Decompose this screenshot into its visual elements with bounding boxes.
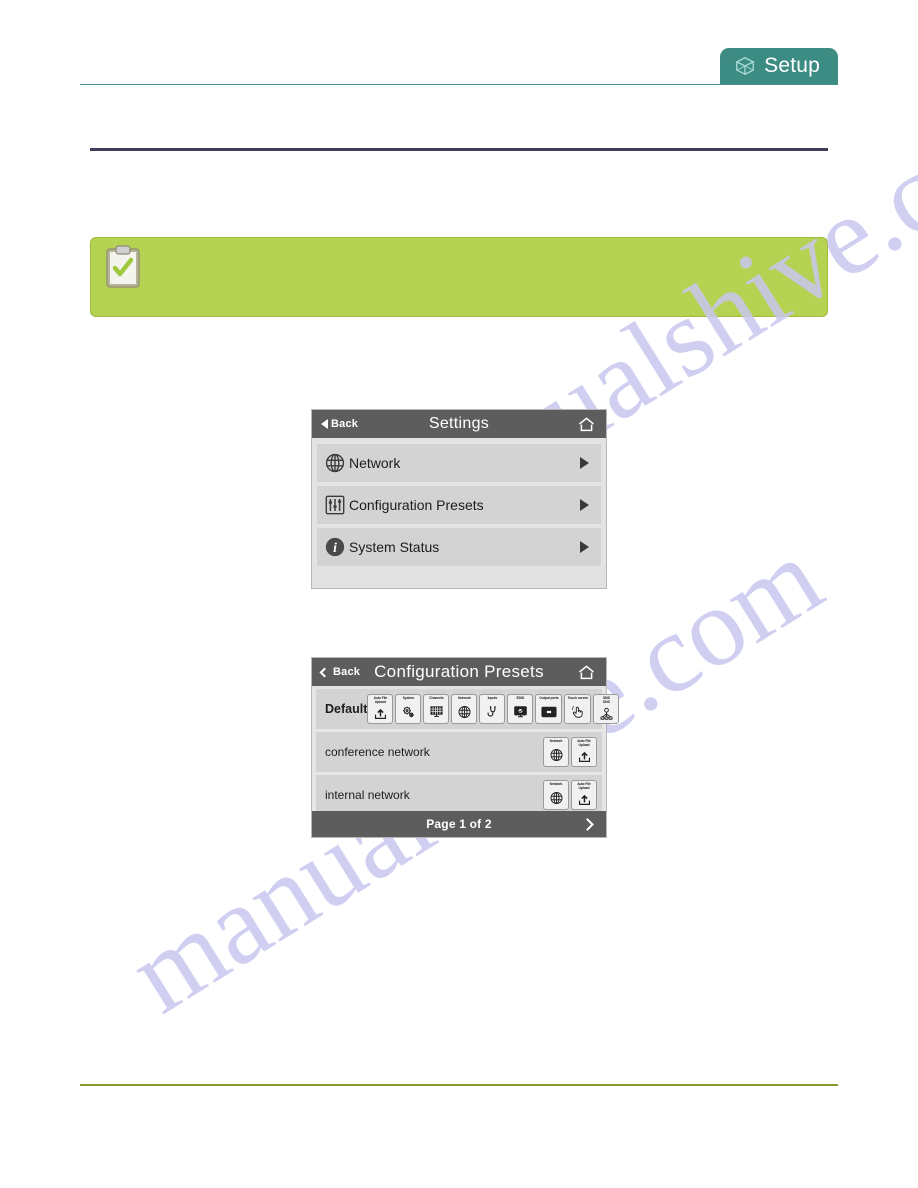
home-icon bbox=[579, 664, 594, 679]
presets-pagination: Page 1 of 2 bbox=[312, 811, 606, 837]
preset-badges: Auto File Upload System Channels Network… bbox=[367, 694, 620, 724]
badge-network[interactable]: Network bbox=[451, 694, 478, 724]
preset-row-default[interactable]: Default Auto File Upload System Channels… bbox=[316, 689, 620, 729]
presets-screen-header: Back Configuration Presets bbox=[312, 658, 606, 686]
badge-channels[interactable]: Channels bbox=[423, 694, 450, 724]
setup-tab-label: Setup bbox=[764, 53, 820, 77]
badge-output-ports[interactable]: Output ports bbox=[535, 694, 563, 724]
triangle-right-icon bbox=[580, 499, 589, 511]
presets-list: Default Auto File Upload System Channels… bbox=[312, 689, 620, 815]
channels-icon bbox=[429, 700, 444, 723]
back-button[interactable]: Back bbox=[319, 666, 361, 678]
triangle-left-icon bbox=[321, 419, 328, 429]
sidebar-item-network[interactable]: Network bbox=[317, 444, 601, 482]
upload-icon bbox=[577, 790, 592, 809]
setup-tab[interactable]: Setup bbox=[720, 48, 838, 84]
badge-label: Auto File Upload bbox=[577, 782, 591, 790]
note-box bbox=[90, 237, 828, 317]
badge-sms-dns[interactable]: SMS DNS bbox=[593, 694, 620, 724]
output-port-icon bbox=[541, 700, 557, 723]
page-indicator: Page 1 of 2 bbox=[426, 817, 492, 831]
sidebar-item-label: Network bbox=[349, 455, 401, 471]
home-button[interactable] bbox=[578, 416, 595, 432]
header-rule bbox=[80, 84, 838, 85]
globe-icon bbox=[317, 452, 346, 474]
badge-label: Auto File Upload bbox=[577, 739, 591, 747]
upload-icon bbox=[577, 747, 592, 766]
badge-touch-screen[interactable]: Touch screen bbox=[564, 694, 592, 724]
settings-screen-header: Back Settings bbox=[312, 410, 606, 438]
badge-edid[interactable]: EDID bbox=[507, 694, 534, 724]
preset-name: internal network bbox=[325, 788, 410, 802]
preset-name: conference network bbox=[325, 745, 430, 759]
svg-text:i: i bbox=[333, 540, 337, 555]
footer-rule bbox=[80, 1084, 838, 1086]
sidebar-item-label: Configuration Presets bbox=[349, 497, 484, 513]
chevron-right-icon[interactable] bbox=[581, 817, 594, 831]
monitor-icon bbox=[513, 700, 528, 723]
cube-icon bbox=[734, 55, 756, 77]
plug-icon bbox=[485, 700, 500, 723]
sms-dns-icon bbox=[599, 704, 614, 723]
globe-icon bbox=[549, 786, 564, 809]
triangle-right-icon bbox=[580, 457, 589, 469]
badge-label: Auto File Upload bbox=[373, 696, 388, 704]
chevron-left-icon bbox=[319, 667, 330, 677]
settings-list: Network Configuration Presets i System S… bbox=[312, 438, 606, 566]
preset-name: Default bbox=[325, 702, 368, 716]
back-button-label: Back bbox=[331, 418, 359, 430]
back-button-label: Back bbox=[333, 666, 361, 678]
sidebar-item-configuration-presets[interactable]: Configuration Presets bbox=[317, 486, 601, 524]
info-icon: i bbox=[317, 536, 346, 558]
sliders-icon bbox=[317, 494, 346, 516]
configuration-presets-screen: Back Configuration Presets Default Auto … bbox=[311, 657, 620, 838]
manual-page: manualshive.com manualshive.com Setup bbox=[0, 0, 918, 1188]
settings-screen: Back Settings Network Configuration Pres… bbox=[311, 409, 607, 589]
gears-icon bbox=[401, 700, 416, 723]
badge-auto-file-upload[interactable]: Auto File Upload bbox=[367, 694, 394, 724]
badge-auto-file-upload[interactable]: Auto File Upload bbox=[571, 737, 597, 767]
home-icon bbox=[579, 416, 594, 431]
upload-icon bbox=[373, 704, 388, 723]
preset-row-conference-network[interactable]: conference network Network Auto File Upl… bbox=[316, 732, 602, 772]
section-rule bbox=[90, 148, 828, 151]
preset-badges: Network Auto File Upload bbox=[543, 737, 597, 767]
badge-auto-file-upload[interactable]: Auto File Upload bbox=[571, 780, 597, 810]
preset-row-internal-network[interactable]: internal network Network Auto File Uploa… bbox=[316, 775, 602, 815]
badge-inputs[interactable]: Inputs bbox=[479, 694, 506, 724]
back-button[interactable]: Back bbox=[321, 418, 358, 430]
badge-network[interactable]: Network bbox=[543, 780, 569, 810]
badge-network[interactable]: Network bbox=[543, 737, 569, 767]
badge-system[interactable]: System bbox=[395, 694, 422, 724]
home-button[interactable] bbox=[578, 664, 595, 680]
touch-hand-icon bbox=[570, 700, 585, 723]
badge-label: SMS DNS bbox=[602, 696, 610, 704]
globe-icon bbox=[549, 743, 564, 766]
globe-icon bbox=[457, 700, 472, 723]
sidebar-item-system-status[interactable]: i System Status bbox=[317, 528, 601, 566]
triangle-right-icon bbox=[580, 541, 589, 553]
sidebar-item-label: System Status bbox=[349, 539, 440, 555]
preset-badges: Network Auto File Upload bbox=[543, 780, 597, 810]
